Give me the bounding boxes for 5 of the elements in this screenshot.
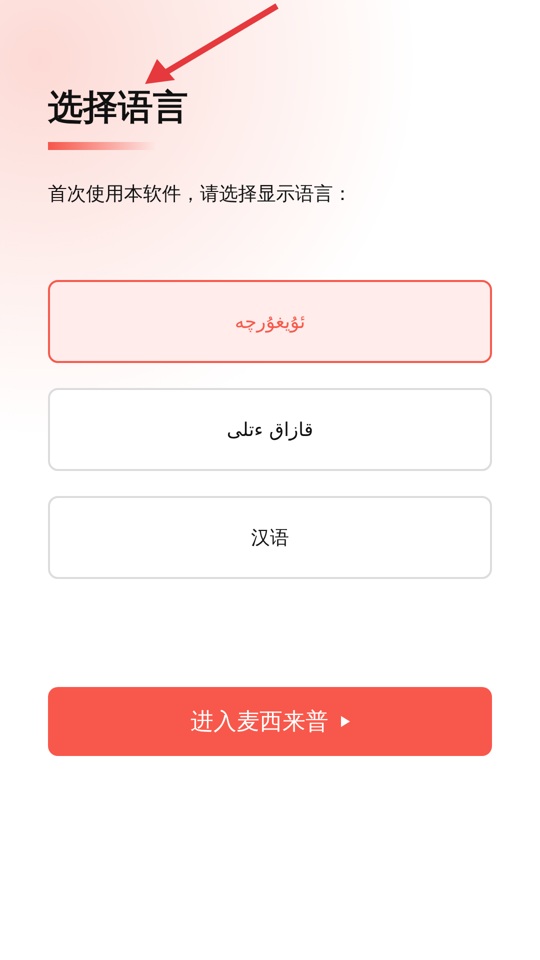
page-title: 选择语言 — [48, 87, 189, 130]
play-icon — [340, 716, 350, 727]
language-option[interactable]: 汉语 — [48, 496, 492, 579]
prompt-text: 首次使用本软件，请选择显示语言： — [48, 182, 353, 207]
language-option[interactable]: قازاق ءتلى — [48, 388, 492, 471]
